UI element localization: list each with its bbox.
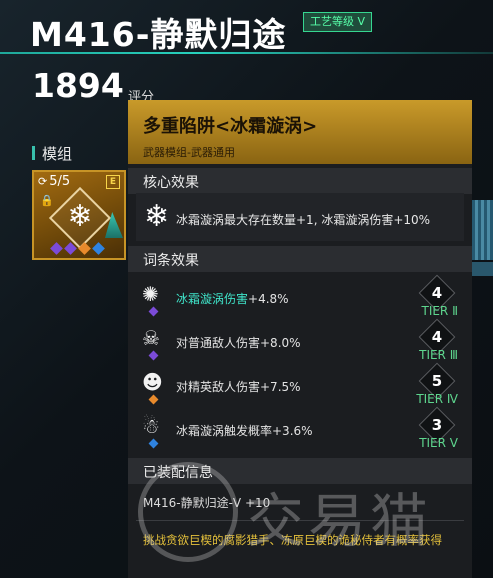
module-title: 多重陷阱<冰霜漩涡> — [143, 116, 318, 137]
gem-icon — [78, 242, 91, 255]
background-decoration — [472, 200, 493, 260]
tier-label: TIER Ⅱ — [421, 304, 458, 318]
affix-highlight: 冰霜漩涡伤害 — [176, 292, 249, 306]
tier-number: 4 — [431, 328, 443, 346]
affix-effect-title: 词条效果 — [143, 253, 199, 269]
core-effect-box: ❄ 冰霜漩涡最大存在数量+1, 冰霜漩涡伤害+10% — [136, 193, 464, 241]
core-effect-title: 核心效果 — [143, 175, 199, 191]
tier-number: 3 — [431, 416, 443, 434]
rarity-tag: E — [106, 175, 120, 189]
lock-icon: 🔒 — [40, 194, 54, 207]
gem-icon — [50, 242, 63, 255]
core-effect-text: 冰霜漩涡最大存在数量+1, 冰霜漩涡伤害+10% — [176, 213, 431, 227]
weapon-name: M416-静默归途 — [30, 15, 287, 54]
craft-level-badge: 工艺等级 V — [303, 12, 373, 32]
refresh-icon: ⟳ — [38, 175, 48, 188]
gem-icon — [92, 242, 105, 255]
tier-label: TIER Ⅲ — [419, 348, 458, 362]
frost-skull-icon: ☃ — [142, 414, 160, 438]
affix-value: +4.8% — [248, 292, 289, 306]
frost-burst-icon: ✺ — [142, 282, 159, 306]
equip-info-header: 已装配信息 — [128, 458, 472, 484]
affix-text: 对精英敌人伤害+7.5% — [176, 380, 301, 394]
tier-label: TIER Ⅳ — [416, 392, 458, 406]
affix-row: ☠ 对普通敌人伤害+8.0% 4 TIER Ⅲ — [136, 318, 464, 366]
panel-header: 多重陷阱<冰霜漩涡> 武器模组-武器通用 — [128, 100, 472, 164]
module-count-value: 5/5 — [49, 174, 71, 189]
module-count: ⟳ 5/5 — [38, 174, 70, 189]
module-subtitle: 武器模组-武器通用 — [143, 146, 235, 159]
affix-text: 对普通敌人伤害+8.0% — [176, 336, 301, 350]
flame-skull-icon: ☠ — [142, 326, 160, 350]
core-effect-header: 核心效果 — [128, 168, 472, 194]
module-gem-row — [50, 242, 105, 255]
drop-source-text: 挑战贪欲巨楔的腐影猎手、冻原巨楔的诡秘侍者有概率获得 — [143, 533, 442, 547]
affix-text: 冰霜漩涡伤害+4.8% — [176, 290, 289, 307]
section-marker — [32, 146, 35, 160]
snowflake-icon: ❄ — [67, 199, 93, 234]
elite-skull-icon: ☻ — [142, 370, 163, 394]
gem-icon — [148, 350, 159, 361]
module-card[interactable]: ⟳ 5/5 E 🔒 ❄ — [32, 170, 126, 260]
module-section-label: 模组 — [42, 145, 73, 163]
background-decoration — [472, 262, 493, 276]
affix-row: ✺ 冰霜漩涡伤害+4.8% 4 TIER Ⅱ — [136, 274, 464, 322]
divider — [136, 520, 464, 521]
affix-effect-header: 词条效果 — [128, 246, 472, 272]
score-value: 1894 — [32, 66, 124, 105]
snowflake-icon: ❄ — [144, 199, 170, 234]
gem-icon — [64, 242, 77, 255]
tier-label: TIER Ⅴ — [419, 436, 458, 450]
affix-row: ☃ 冰霜漩涡触发概率+3.6% 3 TIER Ⅴ — [136, 406, 464, 454]
gem-icon — [148, 438, 159, 449]
equip-info-title: 已装配信息 — [143, 465, 213, 481]
gem-icon — [148, 394, 159, 405]
module-detail-panel: 多重陷阱<冰霜漩涡> 武器模组-武器通用 核心效果 ❄ 冰霜漩涡最大存在数量+1… — [128, 100, 472, 578]
tier-number: 5 — [431, 372, 443, 390]
affix-text: 冰霜漩涡触发概率+3.6% — [176, 424, 313, 438]
affix-row: ☻ 对精英敌人伤害+7.5% 5 TIER Ⅳ — [136, 362, 464, 410]
equip-info-text: M416-静默归途-Ⅴ +10 — [143, 496, 271, 510]
gem-icon — [148, 306, 159, 317]
tier-number: 4 — [431, 284, 443, 302]
